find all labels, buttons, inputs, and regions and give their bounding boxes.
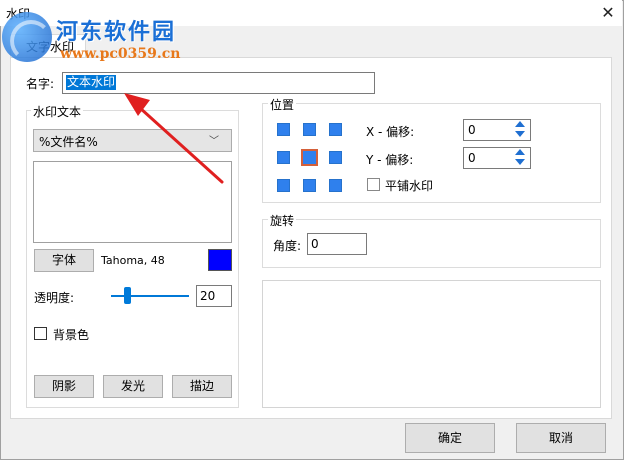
annotation-arrow-icon	[124, 93, 224, 184]
